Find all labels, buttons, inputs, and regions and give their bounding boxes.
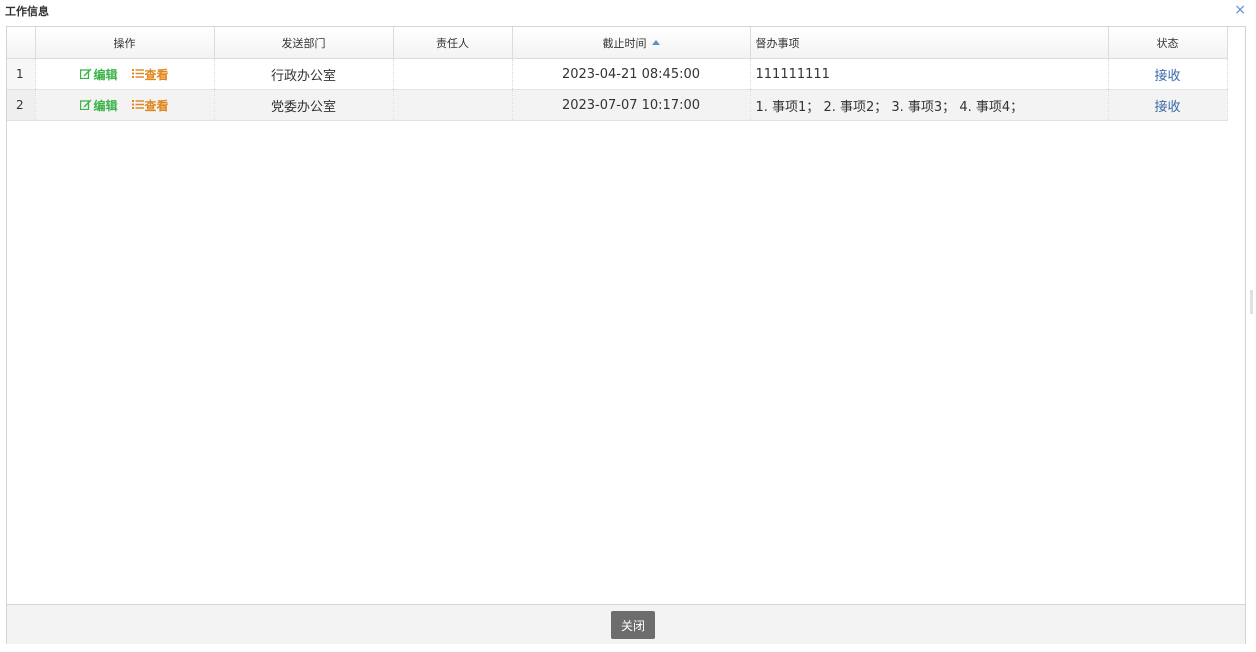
edit-icon [80,68,92,82]
dialog-body: 操作 发送部门 责任人 截止时间 督办事项 状态 1 编辑 查看 行政办公室 20… [6,26,1246,644]
list-icon [131,99,144,113]
header-owner[interactable]: 责任人 [393,27,513,59]
status-link[interactable]: 接收 [1154,69,1180,84]
dialog-footer: 关闭 [7,604,1245,644]
close-icon[interactable]: × [1234,2,1246,18]
cell-items: 1. 事项1； 2. 事项2； 3. 事项3； 4. 事项4； [750,89,1109,121]
cell-status: 接收 [1108,89,1228,121]
view-label: 查看 [144,67,169,82]
cell-owner [393,89,513,121]
sort-asc-icon [651,40,660,45]
close-button[interactable]: 关闭 [611,611,655,639]
header-deadline-label: 截止时间 [602,36,647,50]
row-number: 2 [7,89,36,121]
edit-label: 编辑 [93,98,118,113]
dialog-title: 工作信息 [5,5,49,18]
edit-button[interactable]: 编辑 [80,98,118,113]
list-icon [131,68,144,82]
edit-button[interactable]: 编辑 [80,67,118,82]
table-header-row: 操作 发送部门 责任人 截止时间 督办事项 状态 [7,27,1228,59]
status-link[interactable]: 接收 [1154,100,1180,115]
header-status[interactable]: 状态 [1108,27,1228,59]
data-grid: 操作 发送部门 责任人 截止时间 督办事项 状态 1 编辑 查看 行政办公室 20… [7,27,1245,604]
edit-icon [80,99,92,113]
header-deadline[interactable]: 截止时间 [512,27,751,59]
resize-handle[interactable] [1250,290,1253,314]
table-row[interactable]: 2 编辑 查看 党委办公室 2023-07-07 10:17:00 1. 事项1；… [7,89,1228,121]
table-row[interactable]: 1 编辑 查看 行政办公室 2023-04-21 08:45:00 1111111… [7,58,1228,90]
cell-dept: 行政办公室 [214,58,394,90]
edit-label: 编辑 [93,67,118,82]
header-dept[interactable]: 发送部门 [214,27,394,59]
header-ops: 操作 [35,27,215,59]
view-button[interactable]: 查看 [131,98,169,113]
header-items[interactable]: 督办事项 [750,27,1109,59]
view-button[interactable]: 查看 [131,67,169,82]
view-label: 查看 [144,98,169,113]
cell-status: 接收 [1108,58,1228,90]
cell-dept: 党委办公室 [214,89,394,121]
cell-deadline: 2023-07-07 10:17:00 [512,89,751,121]
dialog-titlebar: 工作信息 × [0,0,1256,24]
cell-deadline: 2023-04-21 08:45:00 [512,58,751,90]
cell-owner [393,58,513,90]
header-rownum [7,27,36,59]
row-ops: 编辑 查看 [35,58,215,90]
work-info-table: 操作 发送部门 责任人 截止时间 督办事项 状态 1 编辑 查看 行政办公室 20… [7,27,1228,121]
row-ops: 编辑 查看 [35,89,215,121]
cell-items: 111111111 [750,58,1109,90]
row-number: 1 [7,58,36,90]
